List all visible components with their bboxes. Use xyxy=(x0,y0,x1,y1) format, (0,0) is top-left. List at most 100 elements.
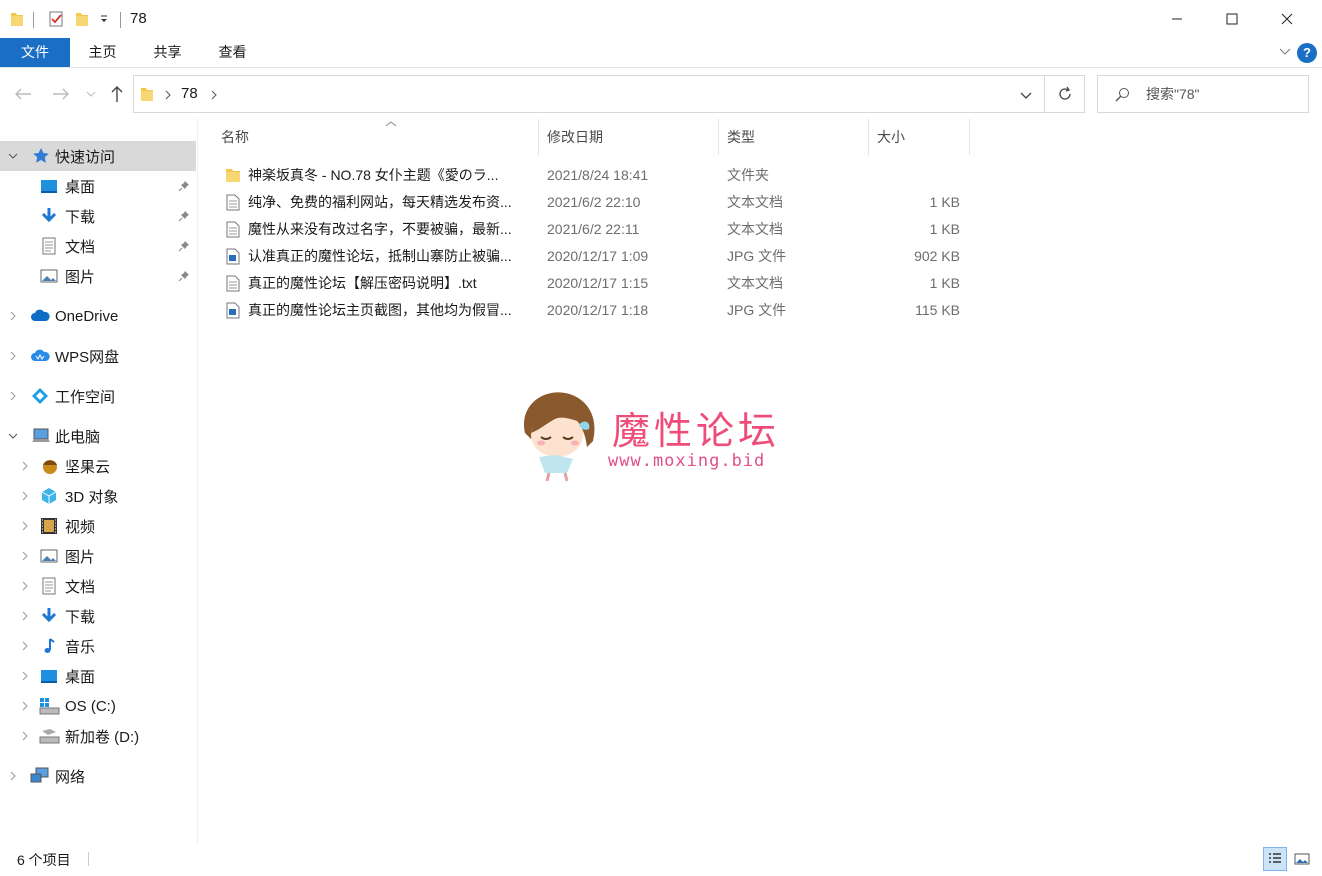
pin-icon[interactable] xyxy=(178,240,190,252)
chevron-right-icon[interactable] xyxy=(8,351,18,361)
table-row[interactable]: 认准真正的魔性论坛，抵制山寨防止被骗... 2020/12/17 1:09 JP… xyxy=(219,243,1164,270)
table-row[interactable]: 魔性从来没有改过名字，不要被骗，最新... 2021/6/2 22:11 文本文… xyxy=(219,216,1164,243)
sidebar-item-label: 桌面 xyxy=(65,668,96,686)
sidebar-item-label: 工作空间 xyxy=(55,388,116,406)
column-header-label: 大小 xyxy=(877,129,905,145)
chevron-right-icon[interactable] xyxy=(20,521,30,531)
star-icon xyxy=(33,148,49,163)
sidebar-item-music[interactable]: 音乐 xyxy=(0,631,196,661)
details-view-button[interactable] xyxy=(1263,847,1287,871)
watermark-url: www.moxing.bid xyxy=(608,451,766,471)
sidebar-item-desktop[interactable]: 桌面 xyxy=(0,171,196,201)
tab-view[interactable]: 查看 xyxy=(205,38,260,67)
nut-icon xyxy=(43,460,57,474)
window-title: 78 xyxy=(130,10,147,27)
sidebar-item-label: 坚果云 xyxy=(65,458,111,476)
tab-home[interactable]: 主页 xyxy=(75,38,130,67)
large-icons-view-button[interactable] xyxy=(1290,847,1314,871)
up-button[interactable] xyxy=(107,83,127,105)
folder-icon xyxy=(11,13,23,26)
chevron-right-icon[interactable] xyxy=(8,311,18,321)
sidebar-item-workspace[interactable]: 工作空间 xyxy=(0,381,196,411)
recent-locations-button[interactable] xyxy=(84,83,98,105)
sidebar-item-downloads[interactable]: 下载 xyxy=(0,201,196,231)
tab-share[interactable]: 共享 xyxy=(140,38,195,67)
sidebar-item-videos[interactable]: 视频 xyxy=(0,511,196,541)
column-header-name[interactable]: 名称 xyxy=(213,119,539,155)
search-box[interactable] xyxy=(1097,75,1309,113)
sidebar-item-documents-pc[interactable]: 文档 xyxy=(0,571,196,601)
sidebar-item-pictures-pc[interactable]: 图片 xyxy=(0,541,196,571)
sidebar-item-wps-drive[interactable]: WPS网盘 xyxy=(0,341,196,371)
customize-toolbar-icon[interactable] xyxy=(99,14,109,24)
chevron-down-icon[interactable] xyxy=(1020,90,1032,100)
navigation-bar: 78 xyxy=(0,69,1322,119)
sidebar-item-quick-access[interactable]: 快速访问 xyxy=(0,141,196,171)
chevron-right-icon[interactable] xyxy=(20,671,30,681)
properties-icon[interactable] xyxy=(48,11,64,27)
column-header-date[interactable]: 修改日期 xyxy=(539,119,719,155)
sidebar-item-desktop-pc[interactable]: 桌面 xyxy=(0,661,196,691)
chevron-right-icon[interactable] xyxy=(20,581,30,591)
item-count: 6 个项目 xyxy=(17,852,71,868)
pin-icon[interactable] xyxy=(178,180,190,192)
refresh-button[interactable] xyxy=(1045,75,1085,113)
column-header-type[interactable]: 类型 xyxy=(719,119,869,155)
sidebar-item-drive-d[interactable]: 新加卷 (D:) xyxy=(0,721,196,751)
table-row[interactable]: 真正的魔性论坛【解压密码说明】.txt 2020/12/17 1:15 文本文档… xyxy=(219,270,1164,297)
image-file-icon xyxy=(226,248,240,265)
status-bar: 6 个项目 xyxy=(0,844,1322,876)
file-name: 魔性从来没有改过名字，不要被骗，最新... xyxy=(248,221,512,237)
chevron-right-icon[interactable] xyxy=(20,551,30,561)
chevron-right-icon[interactable] xyxy=(20,731,30,741)
pin-icon[interactable] xyxy=(178,270,190,282)
sidebar-item-3d-objects[interactable]: 3D 对象 xyxy=(0,481,196,511)
text-file-icon xyxy=(226,194,240,211)
chevron-down-icon[interactable] xyxy=(8,431,18,441)
chevron-down-icon xyxy=(86,91,96,97)
chevron-right-icon[interactable] xyxy=(210,90,218,100)
back-button[interactable] xyxy=(13,83,33,105)
table-row[interactable]: 纯净、免费的福利网站，每天精选发布资... 2021/6/2 22:10 文本文… xyxy=(219,189,1164,216)
maximize-button[interactable] xyxy=(1203,0,1261,38)
forward-button[interactable] xyxy=(51,83,71,105)
drive-icon xyxy=(39,729,60,744)
sidebar-item-this-pc[interactable]: 此电脑 xyxy=(0,421,196,451)
table-row[interactable]: 神楽坂真冬 - NO.78 女仆主题《愛のラ... 2021/8/24 18:4… xyxy=(219,162,1164,189)
file-name: 神楽坂真冬 - NO.78 女仆主题《愛のラ... xyxy=(248,167,499,183)
search-icon xyxy=(1115,88,1129,102)
chevron-right-icon[interactable] xyxy=(8,771,18,781)
chevron-right-icon[interactable] xyxy=(20,641,30,651)
navigation-pane: 快速访问 桌面 下载 文档 图片 OneDrive WPS网盘 工作空间 此电脑… xyxy=(0,119,198,844)
chevron-right-icon[interactable] xyxy=(164,90,172,100)
sidebar-item-documents[interactable]: 文档 xyxy=(0,231,196,261)
minimize-button[interactable] xyxy=(1148,0,1206,38)
sidebar-item-network[interactable]: 网络 xyxy=(0,761,196,791)
close-button[interactable] xyxy=(1258,0,1316,38)
sidebar-item-drive-c[interactable]: OS (C:) xyxy=(0,691,196,721)
sidebar-item-onedrive[interactable]: OneDrive xyxy=(0,301,196,331)
tab-file[interactable]: 文件 xyxy=(0,38,70,67)
file-size: 902 KB xyxy=(914,248,960,264)
sidebar-item-pictures[interactable]: 图片 xyxy=(0,261,196,291)
chevron-right-icon[interactable] xyxy=(20,701,30,711)
chevron-right-icon[interactable] xyxy=(20,491,30,501)
arrow-right-icon xyxy=(53,88,69,100)
address-bar[interactable]: 78 xyxy=(133,75,1045,113)
new-folder-icon[interactable] xyxy=(75,11,89,27)
chevron-right-icon[interactable] xyxy=(20,611,30,621)
table-row[interactable]: 真正的魔性论坛主页截图，其他均为假冒... 2020/12/17 1:18 JP… xyxy=(219,297,1164,324)
chevron-right-icon[interactable] xyxy=(20,461,30,471)
arrow-left-icon xyxy=(15,88,31,100)
search-input[interactable] xyxy=(1146,76,1296,112)
help-button[interactable]: ? xyxy=(1297,43,1317,63)
chevron-down-icon[interactable] xyxy=(8,151,18,161)
column-header-size[interactable]: 大小 xyxy=(869,119,970,155)
breadcrumb-78[interactable]: 78 xyxy=(181,85,198,102)
sidebar-item-downloads-pc[interactable]: 下载 xyxy=(0,601,196,631)
chevron-right-icon[interactable] xyxy=(8,391,18,401)
sidebar-item-jianguoyun[interactable]: 坚果云 xyxy=(0,451,196,481)
status-separator xyxy=(88,852,89,866)
chevron-down-icon[interactable] xyxy=(1278,44,1292,58)
pin-icon[interactable] xyxy=(178,210,190,222)
